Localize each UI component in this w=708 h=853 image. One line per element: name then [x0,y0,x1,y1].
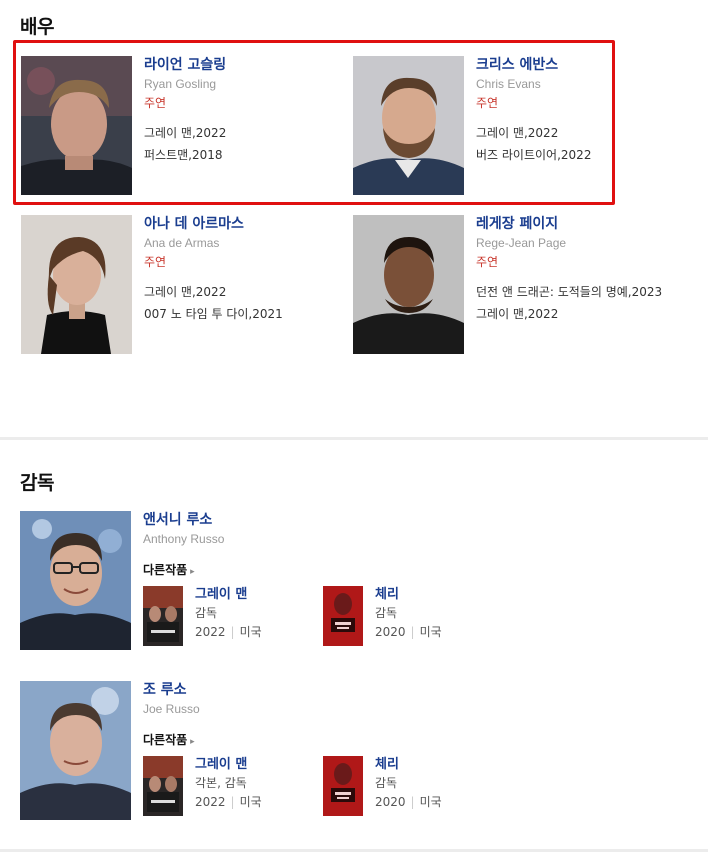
director-photo[interactable] [20,511,131,650]
other-works-link[interactable]: 다른작품 ▸ [143,562,693,580]
chevron-right-icon: ▸ [190,737,195,747]
work-meta: 2020 | 미국 [375,794,442,810]
directors-section-title: 감독 [20,472,54,494]
actor-work[interactable]: 그레이 맨,2022 [476,306,708,322]
section-divider [0,849,708,852]
director-photo[interactable] [20,681,131,820]
work-role: 감독 [375,606,398,620]
actor-photo[interactable] [353,215,464,354]
work-item[interactable]: 체리 감독 2020 | 미국 [323,586,493,648]
work-title[interactable]: 그레이 맨 [195,756,262,773]
other-works-label: 다른작품 [143,563,188,577]
work-item[interactable]: 체리 감독 2020 | 미국 [323,756,493,818]
work-country: 미국 [239,795,262,809]
actor-name-en: Rege-Jean Page [476,236,567,250]
poster-gray-man[interactable] [143,756,183,816]
director-name-en: Anthony Russo [143,532,225,546]
work-year: 2020 [375,795,406,809]
chevron-right-icon: ▸ [190,567,195,577]
actor-name-ko[interactable]: 아나 데 아르마스 [144,215,384,233]
work-role: 감독 [375,776,398,790]
work-role: 각본, 감독 [195,776,247,790]
other-works-list: 그레이 맨 감독 2022 | 미국 체리 감독 2020 | 미국 [143,586,693,648]
work-meta: 2022 | 미국 [195,794,262,810]
section-divider [0,437,708,440]
actor-photo[interactable] [21,215,132,354]
other-works-label: 다른작품 [143,733,188,747]
actor-work[interactable]: 던전 앤 드래곤: 도적들의 명예,2023 [476,284,708,300]
meta-separator: | [230,625,235,639]
actor-work[interactable]: 007 노 타임 투 다이,2021 [144,306,384,322]
director-card: 조 루소 Joe Russo 다른작품 ▸ 그레이 맨 각본, 감독 2022 … [20,681,700,821]
work-item[interactable]: 그레이 맨 각본, 감독 2022 | 미국 [143,756,313,818]
actor-card[interactable]: 아나 데 아르마스 Ana de Armas 주연 그레이 맨,2022 007… [21,215,321,355]
highlight-box [13,40,615,205]
actor-role: 주연 [476,255,499,269]
work-item[interactable]: 그레이 맨 감독 2022 | 미국 [143,586,313,648]
work-meta: 2020 | 미국 [375,624,442,640]
work-country: 미국 [419,625,442,639]
actor-name-ko[interactable]: 레게장 페이지 [476,215,708,233]
work-year: 2020 [375,625,406,639]
other-works-list: 그레이 맨 각본, 감독 2022 | 미국 체리 감독 2020 | 미국 [143,756,693,818]
actor-info: 아나 데 아르마스 Ana de Armas 주연 그레이 맨,2022 007… [144,215,384,322]
meta-separator: | [410,795,415,809]
director-card: 앤서니 루소 Anthony Russo 다른작품 ▸ 그레이 맨 감독 202… [20,511,700,651]
actor-role: 주연 [144,255,167,269]
director-info: 앤서니 루소 Anthony Russo 다른작품 ▸ 그레이 맨 감독 202… [143,511,693,648]
work-year: 2022 [195,795,226,809]
meta-separator: | [410,625,415,639]
work-year: 2022 [195,625,226,639]
work-title[interactable]: 체리 [375,756,442,773]
director-info: 조 루소 Joe Russo 다른작품 ▸ 그레이 맨 각본, 감독 2022 … [143,681,693,818]
work-title[interactable]: 그레이 맨 [195,586,262,603]
poster-gray-man[interactable] [143,586,183,646]
poster-cherry[interactable] [323,586,363,646]
actors-section-title: 배우 [20,16,54,38]
director-name-ko[interactable]: 앤서니 루소 [143,511,693,529]
actor-card[interactable]: 레게장 페이지 Rege-Jean Page 주연 던전 앤 드래곤: 도적들의… [353,215,662,355]
other-works-link[interactable]: 다른작품 ▸ [143,732,693,750]
work-title[interactable]: 체리 [375,586,442,603]
work-meta: 2022 | 미국 [195,624,262,640]
actor-work[interactable]: 그레이 맨,2022 [144,284,384,300]
meta-separator: | [230,795,235,809]
poster-cherry[interactable] [323,756,363,816]
work-role: 감독 [195,606,218,620]
work-country: 미국 [419,795,442,809]
work-country: 미국 [239,625,262,639]
director-name-ko[interactable]: 조 루소 [143,681,693,699]
actor-info: 레게장 페이지 Rege-Jean Page 주연 던전 앤 드래곤: 도적들의… [476,215,708,322]
actor-name-en: Ana de Armas [144,236,220,250]
director-name-en: Joe Russo [143,702,200,716]
